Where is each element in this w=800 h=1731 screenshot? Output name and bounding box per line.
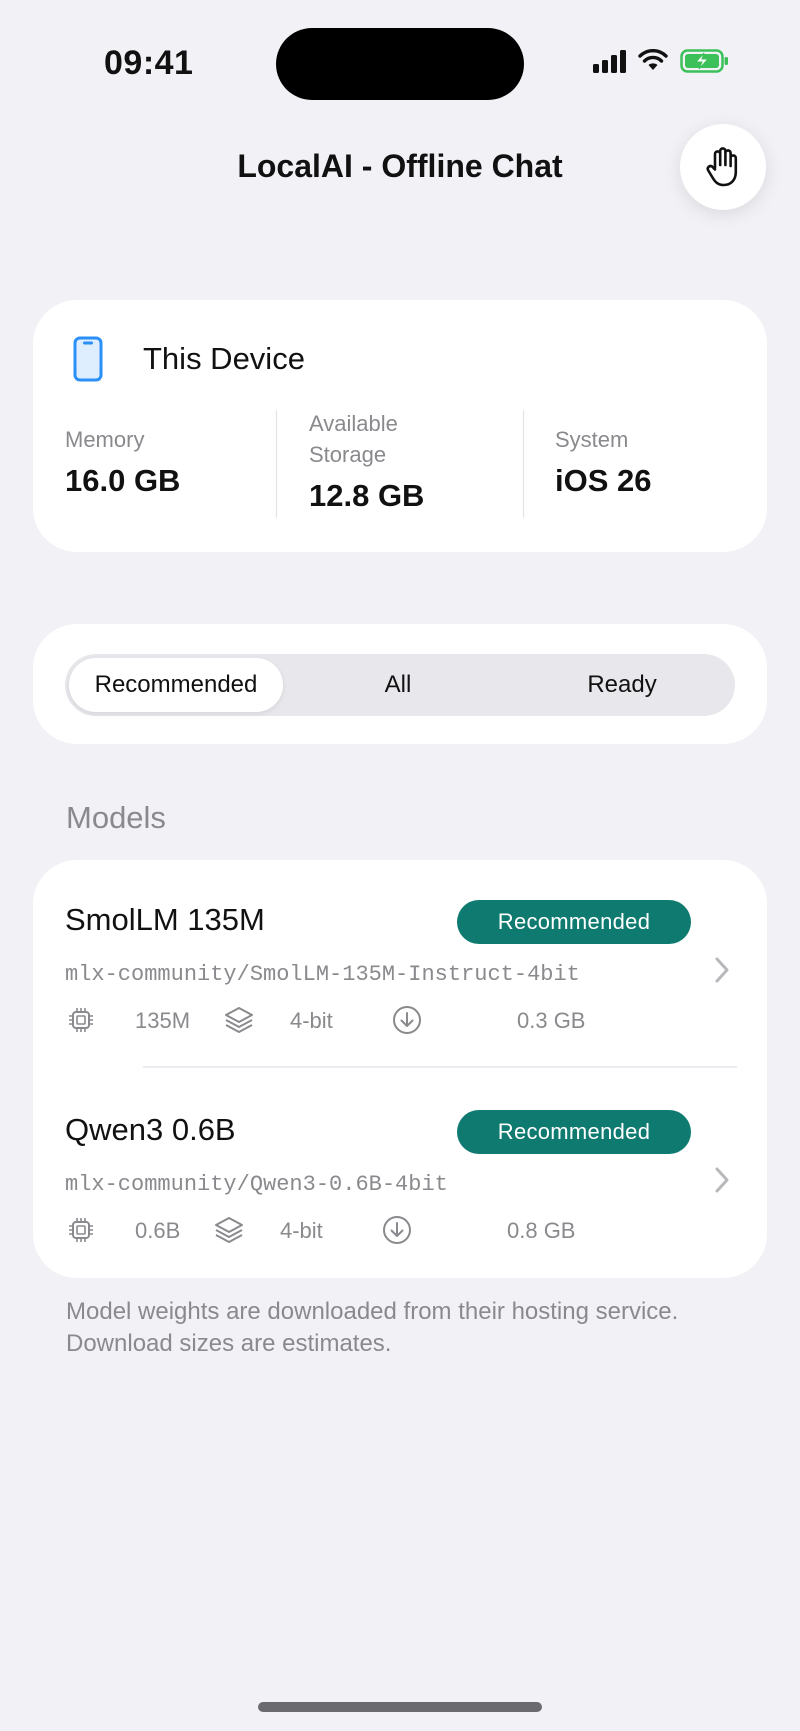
model-params: 135M — [135, 1008, 191, 1033]
wifi-icon — [638, 49, 668, 70]
stat-label: Available Storage — [309, 411, 398, 467]
model-repo: mlx-community/Qwen3-0.6B-4bit — [65, 1172, 448, 1197]
model-quant: 4-bit — [290, 1008, 333, 1033]
segment-recommended[interactable]: Recommended — [69, 658, 283, 712]
footnote: Model weights are downloaded from their … — [66, 1298, 679, 1357]
stat-storage: Available Storage 12.8 GB — [309, 408, 449, 514]
chevron-right-icon — [715, 957, 729, 983]
home-indicator[interactable] — [258, 1702, 542, 1712]
model-name: Qwen3 0.6B — [65, 1112, 236, 1147]
status-bar: 09:41 — [0, 0, 800, 120]
model-size: 0.8 GB — [507, 1218, 576, 1243]
layers-icon — [223, 1004, 255, 1036]
model-name: SmolLM 135M — [65, 902, 265, 937]
segment-ready[interactable]: Ready — [513, 658, 731, 712]
dynamic-island — [276, 28, 524, 100]
model-quant: 4-bit — [280, 1218, 323, 1243]
row-divider — [143, 1066, 737, 1068]
model-specs: 0.6B 4-bit 0.8 GB — [65, 1210, 665, 1250]
device-title: This Device — [143, 341, 305, 376]
status-time: 09:41 — [104, 44, 194, 82]
chip-icon — [65, 1214, 97, 1246]
cellular-signal-icon — [593, 49, 626, 73]
stat-value: 16.0 GB — [65, 463, 181, 498]
download-icon — [381, 1214, 413, 1246]
stat-label: System — [555, 427, 629, 452]
segment-all[interactable]: All — [289, 658, 507, 712]
model-params: 0.6B — [135, 1218, 181, 1243]
model-specs: 135M 4-bit 0.3 GB — [65, 1000, 665, 1040]
stat-memory: Memory 16.0 GB — [65, 408, 285, 499]
download-icon — [391, 1004, 423, 1036]
device-header: This Device — [73, 336, 305, 382]
chevron-right-icon — [715, 1167, 729, 1193]
stat-divider — [276, 410, 277, 518]
stat-value: 12.8 GB — [309, 478, 425, 513]
section-title: Models — [66, 800, 166, 835]
model-row-smollm[interactable]: SmolLM 135M Recommended mlx-community/Sm… — [33, 860, 767, 1050]
layers-icon — [213, 1214, 245, 1246]
stat-system: System iOS 26 — [555, 408, 775, 499]
stat-label: Memory — [65, 427, 145, 452]
model-row-qwen3[interactable]: Qwen3 0.6B Recommended mlx-community/Qwe… — [33, 1070, 767, 1260]
segmented-control: Recommended All Ready — [65, 654, 735, 716]
filter-card: Recommended All Ready — [33, 624, 767, 744]
stat-value: iOS 26 — [555, 463, 652, 498]
hand-button[interactable] — [680, 124, 766, 210]
device-card: This Device Memory 16.0 GB Available Sto… — [33, 300, 767, 552]
recommended-badge: Recommended — [457, 900, 691, 944]
battery-charging-icon — [680, 49, 728, 73]
iphone-icon — [73, 336, 103, 382]
hand-raised-icon — [706, 147, 738, 187]
chip-icon — [65, 1004, 97, 1036]
model-size: 0.3 GB — [517, 1008, 586, 1033]
recommended-badge: Recommended — [457, 1110, 691, 1154]
stat-divider — [523, 410, 524, 518]
models-list: SmolLM 135M Recommended mlx-community/Sm… — [33, 860, 767, 1278]
status-icons — [593, 48, 730, 74]
model-repo: mlx-community/SmolLM-135M-Instruct-4bit — [65, 962, 580, 987]
